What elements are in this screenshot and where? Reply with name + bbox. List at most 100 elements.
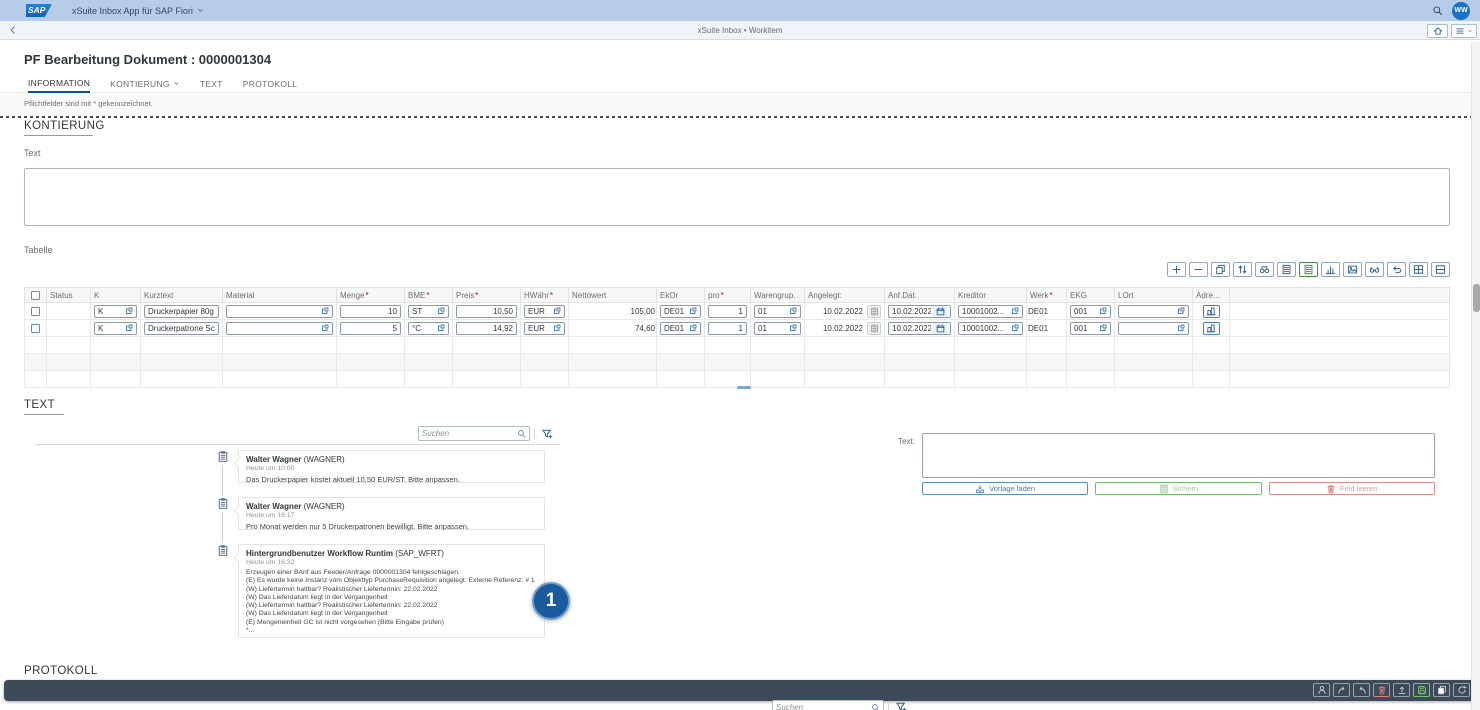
value-help-icon[interactable]: [789, 324, 797, 332]
avatar[interactable]: WW: [1452, 2, 1470, 20]
refresh-button[interactable]: [1453, 683, 1470, 697]
protokoll-search-box[interactable]: [772, 700, 884, 710]
bme-input[interactable]: ST: [408, 305, 449, 318]
search-icon[interactable]: [871, 703, 880, 710]
search-icon[interactable]: [517, 429, 526, 438]
search-icon[interactable]: [1432, 5, 1443, 16]
value-help-icon[interactable]: [1011, 307, 1019, 315]
copy-button[interactable]: [1433, 683, 1450, 697]
preis-input[interactable]: 10,50: [456, 305, 517, 318]
home-button[interactable]: [1427, 24, 1448, 38]
ekg-input[interactable]: 001: [1070, 322, 1111, 335]
material-input[interactable]: [226, 322, 333, 335]
row-select-checkbox[interactable]: [31, 324, 40, 333]
value-help-icon[interactable]: [321, 307, 329, 315]
save-button[interactable]: [1413, 683, 1430, 697]
value-help-icon[interactable]: [689, 324, 697, 332]
menge-input[interactable]: 10: [340, 305, 401, 318]
find-button[interactable]: [1255, 262, 1274, 277]
pro-input[interactable]: 1: [708, 305, 747, 318]
feld-leeren-button[interactable]: Feld leeren: [1269, 482, 1435, 495]
image-button[interactable]: [1343, 262, 1362, 277]
lort-input[interactable]: [1118, 305, 1189, 318]
editor-text-area[interactable]: [922, 433, 1435, 478]
menge-input[interactable]: 5: [340, 322, 401, 335]
vorlage-laden-button[interactable]: Vorlage laden: [922, 482, 1088, 495]
expand-grid-button[interactable]: [1409, 262, 1428, 277]
page-scrollbar[interactable]: [1471, 42, 1480, 710]
kontierung-text-area[interactable]: [24, 168, 1450, 226]
lort-input[interactable]: [1118, 322, 1189, 335]
splitter-line[interactable]: [0, 116, 1480, 118]
tab-protokoll[interactable]: PROTOKOLL: [243, 74, 298, 93]
grid-view-button[interactable]: [1299, 262, 1318, 277]
anf-dat-input[interactable]: 10.02.2022: [888, 305, 951, 318]
anf-dat-input[interactable]: 10.02.2022: [888, 322, 951, 335]
delete-button[interactable]: [1373, 683, 1390, 697]
display-button[interactable]: [1365, 262, 1384, 277]
adresse-button[interactable]: [1203, 322, 1220, 335]
protokoll-filter-button[interactable]: [892, 699, 910, 710]
kurztext-input[interactable]: Druckerpapier 80g: [144, 305, 219, 318]
k-input[interactable]: K: [94, 305, 137, 318]
table-hscroll-grip[interactable]: [737, 386, 751, 389]
ekor-input[interactable]: DE01: [660, 305, 701, 318]
tab-information[interactable]: INFORMATION: [28, 74, 90, 93]
kurztext-input[interactable]: Druckerpatrone Schwarz: [144, 322, 219, 335]
value-help-icon[interactable]: [125, 324, 133, 332]
calendar-icon[interactable]: [933, 323, 947, 334]
select-all-checkbox[interactable]: [31, 291, 40, 300]
pro-input[interactable]: 1: [708, 322, 747, 335]
adresse-button[interactable]: [1203, 305, 1220, 318]
feed-filter-button[interactable]: [538, 426, 556, 441]
overflow-menu-button[interactable]: [1451, 24, 1477, 38]
kreditor-input[interactable]: 10001002...: [958, 305, 1023, 318]
collapse-grid-button[interactable]: [1431, 262, 1450, 277]
ekor-input[interactable]: DE01: [660, 322, 701, 335]
value-help-icon[interactable]: [1177, 307, 1185, 315]
feed-search-box[interactable]: [418, 426, 530, 441]
warengrup-input[interactable]: 01: [754, 322, 801, 335]
protokoll-search-input[interactable]: [776, 703, 868, 710]
bme-input[interactable]: °C: [408, 322, 449, 335]
value-help-icon[interactable]: [789, 307, 797, 315]
value-help-icon[interactable]: [553, 324, 561, 332]
remove-row-button[interactable]: [1189, 262, 1208, 277]
forward-button[interactable]: [1333, 683, 1350, 697]
value-help-icon[interactable]: [437, 324, 445, 332]
value-help-icon[interactable]: [321, 324, 329, 332]
value-help-icon[interactable]: [437, 307, 445, 315]
value-help-icon[interactable]: [689, 307, 697, 315]
k-input[interactable]: K: [94, 322, 137, 335]
warengrup-input[interactable]: 01: [754, 305, 801, 318]
calendar-icon[interactable]: [933, 306, 947, 317]
value-help-icon[interactable]: [125, 307, 133, 315]
app-title-menu[interactable]: xSuite Inbox App für SAP Fiori: [72, 6, 204, 16]
value-help-icon[interactable]: [1177, 324, 1185, 332]
value-help-icon[interactable]: [1099, 307, 1107, 315]
copy-row-button[interactable]: [1211, 262, 1230, 277]
scrollbar-thumb[interactable]: [1473, 284, 1480, 312]
details-button[interactable]: [1277, 262, 1296, 277]
tab-text[interactable]: TEXT: [200, 74, 223, 93]
chart-view-button[interactable]: [1321, 262, 1340, 277]
submit-button[interactable]: [1393, 683, 1410, 697]
tab-kontierung[interactable]: KONTIERUNG: [110, 74, 180, 93]
add-row-button[interactable]: [1167, 262, 1186, 277]
hwaehr-input[interactable]: EUR: [524, 322, 565, 335]
value-help-icon[interactable]: [1099, 324, 1107, 332]
sichern-button[interactable]: Sichern: [1095, 482, 1261, 495]
sort-button[interactable]: [1233, 262, 1252, 277]
value-help-icon[interactable]: [553, 307, 561, 315]
value-help-icon[interactable]: [1011, 324, 1019, 332]
material-input[interactable]: [226, 305, 333, 318]
reply-button[interactable]: [1353, 683, 1370, 697]
agent-button[interactable]: [1313, 683, 1330, 697]
feed-search-input[interactable]: [422, 429, 514, 438]
ekg-input[interactable]: 001: [1070, 305, 1111, 318]
preis-input[interactable]: 14,92: [456, 322, 517, 335]
row-select-checkbox[interactable]: [31, 307, 40, 316]
undo-button[interactable]: [1387, 262, 1406, 277]
hwaehr-input[interactable]: EUR: [524, 305, 565, 318]
kreditor-input[interactable]: 10001002...: [958, 322, 1023, 335]
